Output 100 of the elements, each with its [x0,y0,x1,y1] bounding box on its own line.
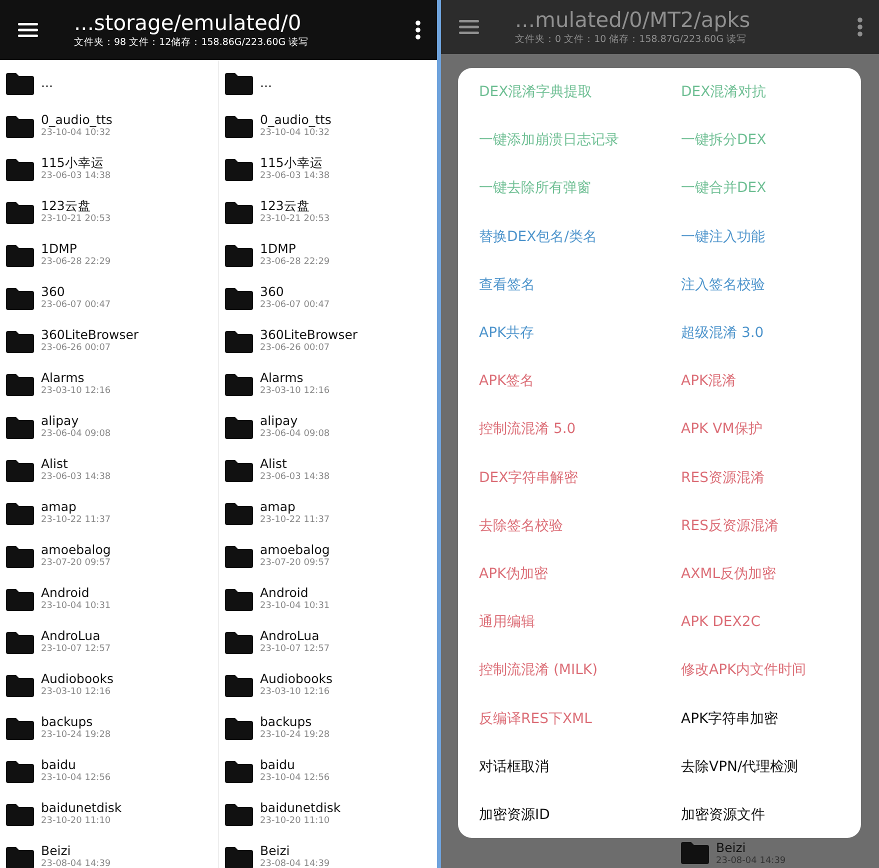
file-date: 23-06-07 00:47 [41,298,111,312]
file-name: AndroLua [41,628,102,642]
file-row[interactable]: baidunetdisk 23-10-20 11:10 [0,793,218,836]
folder-icon [6,460,34,482]
file-date: 23-06-03 14:38 [41,470,111,484]
folder-icon [6,588,34,610]
file-row[interactable]: 115小幸运 23-06-03 14:38 [0,148,218,191]
menu-option[interactable]: 去除VPN/代理检测 [660,742,861,791]
menu-option[interactable]: 加密资源文件 [660,790,861,839]
file-row[interactable]: Android 23-10-04 10:31 [0,578,218,621]
file-date: 23-07-20 09:57 [260,556,330,570]
file-row[interactable]: Android 23-10-04 10:31 [219,578,437,621]
file-row[interactable]: amap 23-10-22 11:37 [0,492,218,535]
folder-icon [6,202,34,224]
folder-icon [225,288,253,310]
folder-icon [225,158,253,180]
folder-icon [225,330,253,352]
file-date: 23-06-03 14:38 [260,170,330,182]
file-row[interactable]: Beizi 23-08-04 14:39 [0,836,218,868]
file-date: 23-10-04 10:32 [41,126,111,140]
file-row[interactable]: Alarms 23-03-10 12:16 [0,363,218,406]
menu-icon[interactable] [18,22,38,38]
folder-icon [6,760,34,782]
file-date: 23-10-21 20:53 [260,212,330,226]
file-row[interactable]: backups 23-10-24 19:28 [0,707,218,750]
file-row[interactable]: baidu 23-10-04 12:56 [0,750,218,793]
file-row[interactable]: Alist 23-06-03 14:38 [0,449,218,492]
file-name: Beizi [260,842,291,858]
file-date: 23-06-07 00:47 [260,298,330,312]
file-date: 23-03-10 12:16 [260,686,331,698]
file-row[interactable]: amap 23-10-22 11:37 [219,492,437,535]
file-date: 23-10-21 20:53 [41,212,111,226]
menu-option[interactable]: APK字符串加密 [660,694,861,743]
file-name: baidu [41,756,77,772]
file-name: 123云盘 [41,198,92,212]
file-name: Audiobooks [260,670,333,686]
storage-info: 文件夹：0 文件：10 储存：158.87G/223.60G 读写 [515,33,748,46]
file-row[interactable]: Beizi 23-08-04 14:39 [219,836,437,868]
file-name: AndroLua [260,628,320,642]
file-row[interactable]: amoebalog 23-07-20 09:57 [219,535,437,578]
file-row[interactable]: baidu 23-10-04 12:56 [219,750,437,793]
file-name: amap [260,498,296,514]
path-title: ...storage/emulated/0 [74,11,302,36]
file-row[interactable]: ... [0,62,218,105]
file-name: alipay [41,412,79,428]
file-row[interactable]: AndroLua 23-10-07 12:57 [219,621,437,664]
file-date: 23-10-20 11:10 [41,814,112,828]
file-date: 23-10-07 12:57 [260,642,330,656]
folder-icon [225,502,253,524]
folder-icon [225,718,253,740]
file-row[interactable]: 360LiteBrowser 23-06-26 00:07 [219,320,437,363]
more-options-icon[interactable] [415,20,421,40]
file-name: 1DMP [41,240,78,256]
file-row[interactable]: 115小幸运 23-06-03 14:38 [219,148,437,191]
folder-icon [225,416,253,438]
folder-icon [6,288,34,310]
file-date: 23-08-04 14:39 [41,858,111,868]
file-row[interactable]: amoebalog 23-07-20 09:57 [0,535,218,578]
file-row[interactable]: Alarms 23-03-10 12:16 [219,363,437,406]
file-date: 23-10-24 19:28 [41,728,111,742]
folder-icon [6,116,34,138]
file-date: 23-08-04 14:39 [716,855,786,868]
folder-icon [225,674,253,696]
file-date: 23-06-28 22:29 [41,256,111,268]
menu-option[interactable]: 加密资源ID [458,790,660,839]
folder-icon [225,460,253,482]
file-row[interactable]: 0_audio_tts 23-10-04 10:32 [219,105,437,148]
file-row[interactable]: Audiobooks 23-03-10 12:16 [219,664,437,707]
file-name: Alist [41,456,69,470]
file-row[interactable]: AndroLua 23-10-07 12:57 [0,621,218,664]
folder-icon [225,846,253,868]
file-row[interactable]: backups 23-10-24 19:28 [219,707,437,750]
file-row[interactable]: Audiobooks 23-03-10 12:16 [0,664,218,707]
file-row[interactable]: ... [219,62,437,105]
file-row[interactable]: 1DMP 23-06-28 22:29 [0,234,218,277]
folder-icon [225,588,253,610]
file-name: backups [260,714,313,728]
menu-option[interactable]: 对话框取消 [458,742,660,791]
file-date: 23-10-07 12:57 [41,642,111,656]
file-row[interactable]: alipay 23-06-04 09:08 [0,406,218,449]
file-row[interactable]: 360LiteBrowser 23-06-26 00:07 [0,320,218,363]
file-row[interactable]: Alist 23-06-03 14:38 [219,449,437,492]
file-row[interactable]: 1DMP 23-06-28 22:29 [219,234,437,277]
folder-icon [225,546,253,568]
folder-icon [6,674,34,696]
file-date: 23-10-22 11:37 [260,514,330,526]
file-date: 23-06-03 14:38 [41,170,111,182]
file-row[interactable]: 123云盘 23-10-21 20:53 [0,191,218,234]
file-name: 0_audio_tts [260,112,332,126]
file-date: 23-08-04 14:39 [260,858,330,868]
file-row[interactable]: 360 23-06-07 00:47 [0,277,218,320]
file-row[interactable]: baidunetdisk 23-10-20 11:10 [219,793,437,836]
folder-icon [225,116,253,138]
file-name: Android [41,584,90,600]
file-name: baidunetdisk [260,800,341,814]
file-row[interactable]: 0_audio_tts 23-10-04 10:32 [0,105,218,148]
file-row[interactable]: alipay 23-06-04 09:08 [219,406,437,449]
file-row[interactable]: 123云盘 23-10-21 20:53 [219,191,437,234]
folder-icon [6,416,34,438]
file-row[interactable]: 360 23-06-07 00:47 [219,277,437,320]
